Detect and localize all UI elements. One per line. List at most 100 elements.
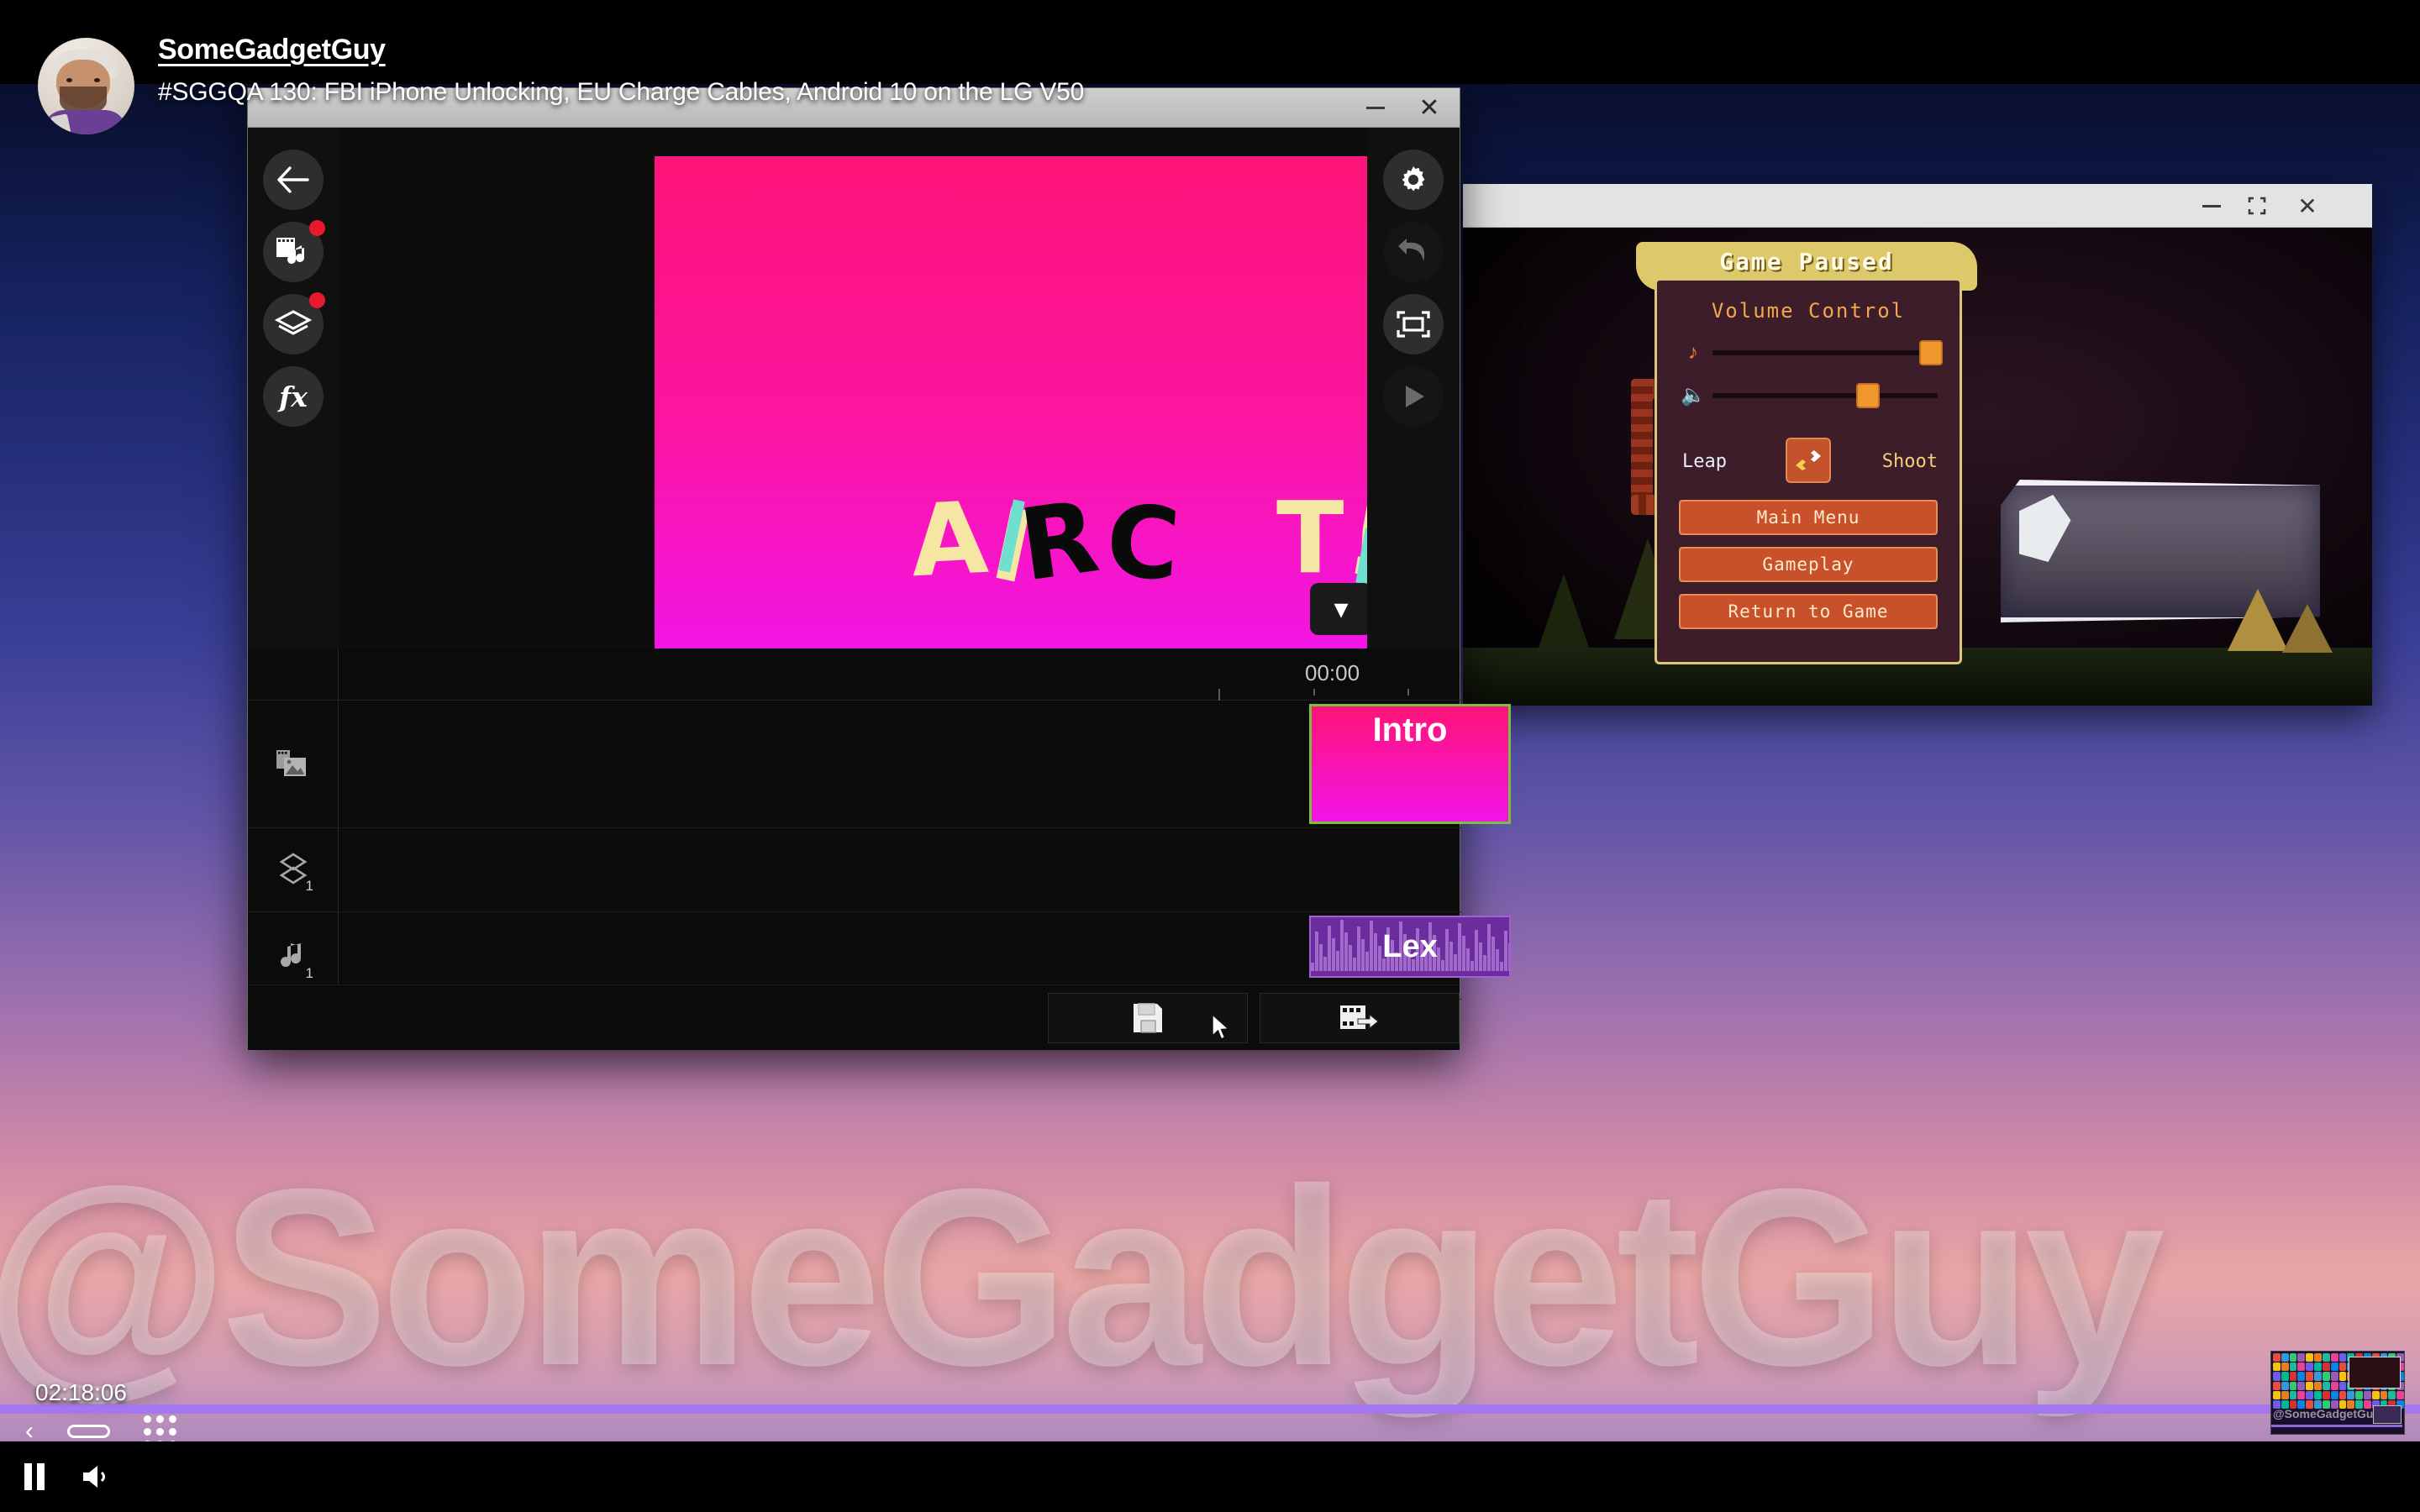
slider-knob[interactable] bbox=[1856, 382, 1881, 408]
video-editor-window[interactable]: ✕ fx A R C T ▾ 1 1 00:00 Intro Lex bbox=[247, 87, 1511, 1050]
notification-dot bbox=[309, 292, 325, 308]
media-track-header[interactable] bbox=[248, 701, 339, 828]
preview-letter: R bbox=[1013, 478, 1106, 604]
video-clip[interactable]: Intro bbox=[1309, 704, 1511, 824]
editor-body: fx A I R C T ! ▾ bbox=[248, 128, 1511, 1050]
pine-tree bbox=[1539, 574, 1589, 648]
volume-control-header: Volume Control bbox=[1711, 299, 1906, 323]
media-track-lane[interactable]: Intro bbox=[339, 701, 1511, 828]
game-title-bar[interactable]: ✕ bbox=[1463, 184, 2372, 228]
export-video-button[interactable] bbox=[1260, 993, 1460, 1043]
avatar-beard bbox=[60, 87, 107, 115]
minimize-icon[interactable] bbox=[2189, 184, 2234, 228]
mouse-cursor bbox=[1212, 1014, 1230, 1040]
notification-dot bbox=[309, 220, 325, 236]
fit-screen-button[interactable] bbox=[1383, 294, 1444, 354]
maximize-icon[interactable] bbox=[2234, 184, 2280, 228]
leap-label: Leap bbox=[1682, 451, 1727, 472]
preview-letter: C bbox=[1102, 482, 1184, 603]
layers-icon bbox=[275, 310, 312, 335]
editor-title-bar[interactable]: ✕ bbox=[248, 88, 1460, 128]
back-button[interactable] bbox=[263, 150, 324, 210]
film-export-icon bbox=[1340, 1005, 1379, 1030]
playback-progress-bar[interactable] bbox=[0, 1404, 2420, 1414]
tent bbox=[2282, 604, 2333, 653]
undo-button[interactable] bbox=[1383, 222, 1444, 282]
avatar-shirt bbox=[43, 110, 127, 134]
pip-progress bbox=[2271, 1425, 2402, 1427]
timeline-tracks[interactable]: Intro Lex bbox=[339, 701, 1511, 1001]
swap-arrows-icon bbox=[1796, 450, 1821, 470]
editor-left-toolbar: fx bbox=[248, 128, 339, 648]
picture-in-picture-thumbnail[interactable]: @SomeGadgetGuy bbox=[2270, 1351, 2405, 1435]
ruler-tick bbox=[1218, 689, 1220, 701]
swap-controls-button[interactable] bbox=[1786, 438, 1831, 483]
main-menu-button[interactable]: Main Menu bbox=[1679, 500, 1938, 535]
layer-track-lane[interactable] bbox=[339, 828, 1461, 912]
play-button[interactable] bbox=[1383, 366, 1444, 427]
control-swap-row: Leap Shoot bbox=[1657, 438, 1960, 488]
game-viewport[interactable]: Game Paused Volume Control ♪ 🔈 Leap Shoo… bbox=[1463, 228, 2372, 706]
floppy-disk-icon bbox=[1134, 1003, 1162, 1033]
gameplay-button[interactable]: Gameplay bbox=[1679, 547, 1938, 582]
pip-nested-thumb bbox=[2373, 1405, 2402, 1424]
photo-film-icon bbox=[276, 749, 306, 776]
editor-timeline[interactable]: 1 1 00:00 Intro Lex bbox=[248, 648, 1511, 1001]
home-pill-icon[interactable] bbox=[67, 1425, 110, 1438]
preview-letter: T bbox=[1276, 480, 1344, 596]
minimize-icon[interactable] bbox=[1350, 88, 1401, 128]
progress-fill bbox=[0, 1404, 2420, 1414]
pause-title: Game Paused bbox=[1719, 248, 1894, 276]
tent bbox=[2228, 589, 2288, 651]
channel-watermark: @SomeGadgetGuy bbox=[0, 1136, 2165, 1418]
chevron-down-icon[interactable]: ▾ bbox=[1310, 583, 1372, 635]
pause-menu-panel[interactable]: Volume Control ♪ 🔈 Leap Shoot Main Menu … bbox=[1655, 278, 1962, 664]
timeline-ruler[interactable]: 00:00 bbox=[339, 648, 1461, 701]
undo-arrow-icon bbox=[1398, 239, 1425, 261]
music-volume-slider[interactable]: ♪ bbox=[1679, 340, 1943, 365]
effects-button[interactable]: fx bbox=[263, 366, 324, 427]
game-window[interactable]: ✕ Game Paused Volume Control ♪ 🔈 Leap Sh… bbox=[1463, 184, 2372, 706]
clip-label: Intro bbox=[1372, 711, 1448, 748]
audio-count-badge: 1 bbox=[305, 965, 313, 981]
pause-icon bbox=[24, 1463, 45, 1490]
audio-clip[interactable]: Lex bbox=[1309, 916, 1511, 978]
settings-button[interactable] bbox=[1383, 150, 1444, 210]
slider-knob[interactable] bbox=[1918, 340, 1943, 365]
ruler-tick bbox=[1313, 689, 1315, 696]
layer-count-badge: 1 bbox=[305, 878, 313, 894]
player-control-bar[interactable] bbox=[0, 1441, 2420, 1512]
editor-right-toolbar bbox=[1367, 128, 1460, 648]
left-arrow-icon bbox=[277, 166, 309, 193]
timeline-track-headers: 1 1 bbox=[248, 648, 339, 1001]
slider-track[interactable] bbox=[1712, 382, 1938, 408]
pause-button[interactable] bbox=[22, 1462, 47, 1492]
nested-game-window bbox=[2349, 1357, 2401, 1389]
wood-post bbox=[1631, 379, 1653, 513]
layer-track-header[interactable]: 1 bbox=[248, 828, 339, 912]
preview-letter: A bbox=[908, 479, 991, 600]
media-button[interactable] bbox=[263, 220, 325, 282]
avatar-phone bbox=[50, 113, 72, 134]
shoot-label: Shoot bbox=[1881, 451, 1938, 472]
desktop-wallpaper: @SomeGadgetGuy ✕ fx A R C T ▾ 1 1 00:00 … bbox=[0, 0, 2420, 1512]
fullscreen-frame-icon bbox=[1397, 311, 1430, 338]
layers-button[interactable] bbox=[263, 292, 325, 354]
close-icon[interactable]: ✕ bbox=[2285, 184, 2330, 228]
sound-volume-slider[interactable]: 🔈 bbox=[1679, 382, 1938, 408]
editor-preview-stage: fx A I R C T ! ▾ bbox=[248, 128, 1460, 648]
return-to-game-button[interactable]: Return to Game bbox=[1679, 594, 1938, 629]
video-preview[interactable]: A I R C T ! bbox=[655, 156, 1460, 648]
slider-track[interactable] bbox=[1712, 340, 1943, 365]
fx-icon: fx bbox=[279, 380, 308, 413]
ruler-tick bbox=[1407, 689, 1409, 696]
ruler-time-label: 00:00 bbox=[1305, 660, 1360, 685]
gear-icon bbox=[1402, 166, 1425, 192]
volume-button[interactable] bbox=[81, 1463, 111, 1490]
letterbox-band bbox=[0, 0, 2420, 84]
speaker-icon: 🔈 bbox=[1681, 384, 1706, 407]
play-triangle-icon bbox=[1406, 386, 1424, 407]
clip-label: Lex bbox=[1382, 928, 1438, 964]
close-icon[interactable]: ✕ bbox=[1404, 88, 1455, 128]
music-note-icon: ♪ bbox=[1688, 341, 1698, 364]
